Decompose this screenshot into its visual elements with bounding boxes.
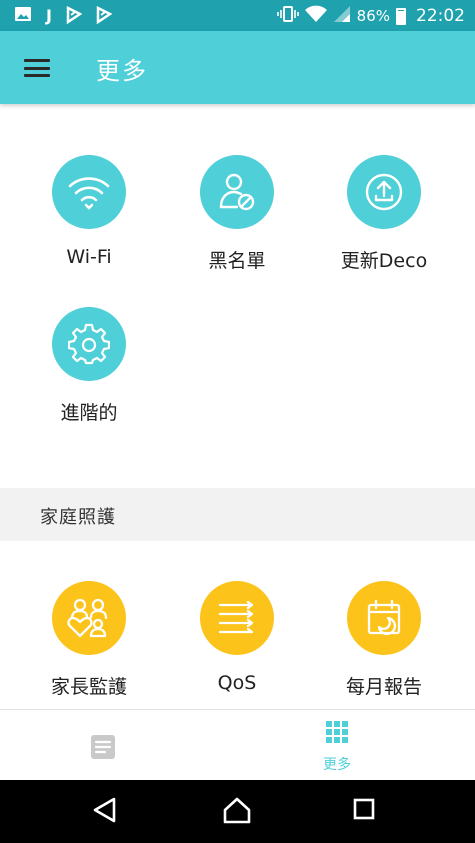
- parental-control-button[interactable]: 家長監護: [14, 581, 164, 699]
- advanced-button[interactable]: 進階的: [14, 307, 164, 425]
- recents-icon[interactable]: [352, 796, 376, 826]
- j-icon: J: [46, 6, 52, 25]
- monthly-report-button[interactable]: 每月報告: [309, 581, 459, 699]
- update-deco-button[interactable]: 更新Deco: [309, 155, 459, 273]
- grid-label: 家長監護: [50, 676, 127, 698]
- blacklist-button[interactable]: 黑名單: [162, 155, 312, 273]
- qos-icon: [200, 581, 274, 655]
- upload-icon: [347, 155, 421, 229]
- nav-more-button[interactable]: 更多: [310, 720, 364, 774]
- battery-icon: [396, 7, 406, 25]
- gear-icon: [52, 307, 126, 381]
- flag-icon: [66, 5, 83, 28]
- nav-more-label: 更多: [323, 757, 351, 773]
- calendar-report-icon: [347, 581, 421, 655]
- grid-label: Wi-Fi: [66, 246, 112, 268]
- clock: 22:02: [416, 6, 465, 26]
- grid-label: QoS: [217, 672, 257, 694]
- parental-control-icon: [52, 581, 126, 655]
- flag-icon: [96, 5, 113, 28]
- grid-label: 進階的: [60, 402, 118, 424]
- section-header: 家庭照護: [0, 488, 475, 541]
- section-title: 家庭照護: [40, 507, 116, 528]
- battery-percent: 86%: [356, 7, 390, 25]
- menu-icon[interactable]: [24, 59, 50, 77]
- grid-label: 每月報告: [345, 676, 422, 698]
- nav-overview-button[interactable]: [90, 734, 118, 762]
- page-title: 更多: [96, 57, 148, 85]
- grid-label: 更新Deco: [340, 250, 428, 272]
- system-nav-bar: [0, 780, 475, 843]
- home-icon[interactable]: [222, 796, 252, 828]
- back-icon[interactable]: [92, 796, 118, 828]
- bottom-navigation: 更多: [0, 709, 475, 780]
- vibrate-icon: [276, 5, 299, 27]
- app-bar: 更多: [0, 31, 475, 104]
- wifi-icon: [52, 155, 126, 229]
- wifi-button[interactable]: Wi-Fi: [14, 155, 164, 268]
- status-bar: J 86% 22:02: [0, 0, 475, 31]
- wifi-signal-icon: [304, 5, 327, 27]
- grid-label: 黑名單: [208, 250, 266, 272]
- blocked-user-icon: [200, 155, 274, 229]
- cell-signal-icon: [333, 5, 351, 27]
- image-icon: [14, 6, 32, 28]
- qos-button[interactable]: QoS: [162, 581, 312, 694]
- document-icon: [91, 735, 115, 759]
- grid-icon: [326, 721, 348, 743]
